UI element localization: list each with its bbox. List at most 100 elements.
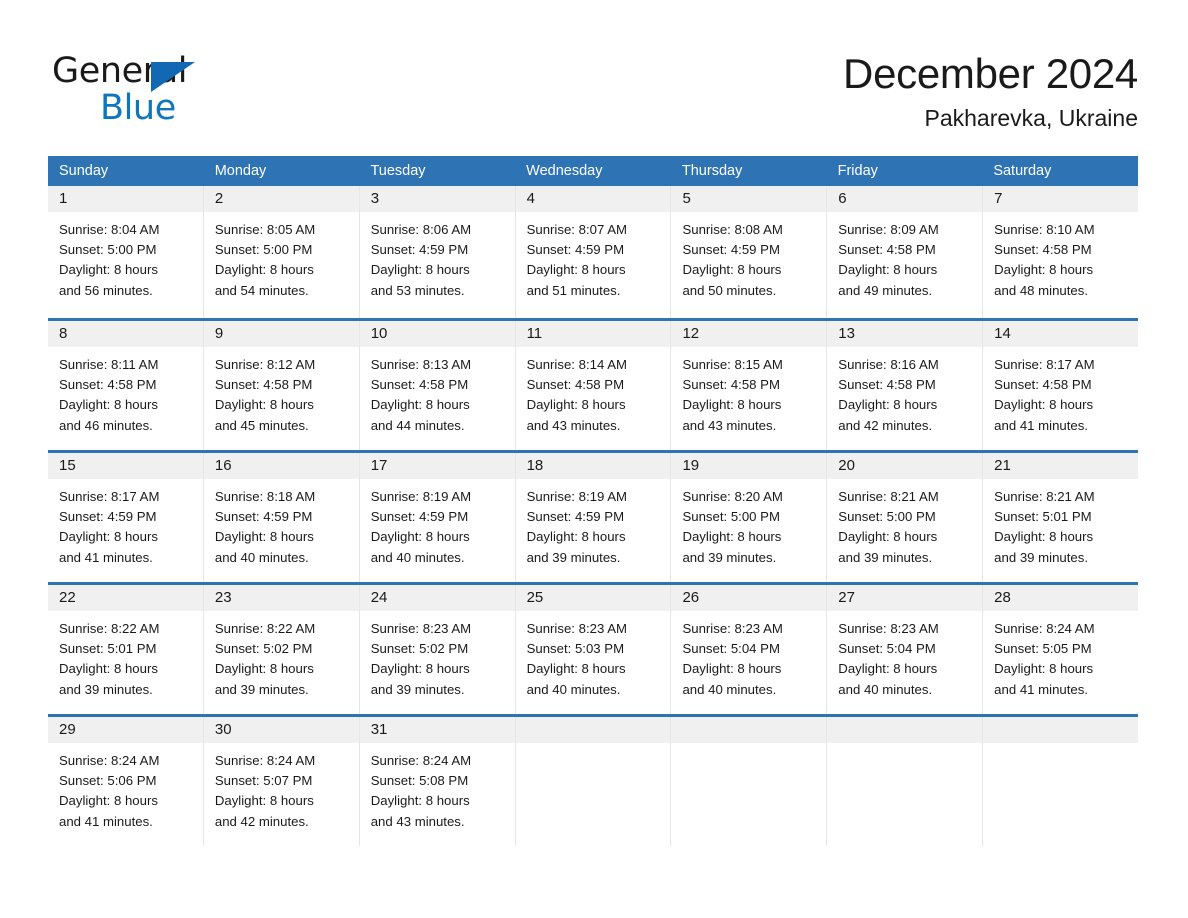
daylight-text-line1: Daylight: 8 hours: [994, 661, 1094, 677]
calendar-day-cell[interactable]: 3 Sunrise: 8:06 AM Sunset: 4:59 PM Daylight…: [359, 186, 516, 318]
day-number: 25: [515, 585, 671, 611]
weekday-header-friday: Friday: [837, 163, 878, 179]
sunset-text: Sunset: 5:00 PM: [682, 509, 780, 525]
calendar-day-cell[interactable]: 16 Sunrise: 8:18 AM Sunset: 4:59 PM Dayligh…: [203, 453, 360, 582]
calendar-day-cell[interactable]: 6 Sunrise: 8:09 AM Sunset: 4:58 PM Daylight…: [827, 186, 984, 318]
daylight-text-line1: Daylight: 8 hours: [370, 262, 470, 278]
daylight-text-line1: Daylight: 8 hours: [682, 262, 782, 278]
calendar-day-cell[interactable]: 18 Sunrise: 8:19 AM Sunset: 4:59 PM Dayligh…: [515, 453, 672, 582]
calendar-day-cell[interactable]: 21 Sunrise: 8:21 AM Sunset: 5:01 PM Dayligh…: [983, 453, 1139, 582]
general-blue-logo[interactable]: General Blue: [52, 50, 212, 126]
calendar-weeks: 1 Sunrise: 8:04 AM Sunset: 5:00 PM Daylight…: [48, 186, 1139, 846]
calendar-day-cell[interactable]: 15 Sunrise: 8:17 AM Sunset: 4:59 PM Dayligh…: [48, 453, 204, 582]
sunrise-text: Sunrise: 8:04 AM: [59, 222, 160, 237]
day-info: Sunrise: 8:21 AM Sunset: 5:01 PM Daylight:…: [983, 479, 1138, 568]
sunrise-text: Sunrise: 8:13 AM: [370, 357, 472, 372]
daylight-text-line2: and 41 minutes.: [994, 417, 1088, 433]
calendar-day-cell[interactable]: 19 Sunrise: 8:20 AM Sunset: 5:00 PM Dayligh…: [671, 453, 828, 582]
calendar-day-cell[interactable]: 17 Sunrise: 8:19 AM Sunset: 4:59 PM Dayligh…: [359, 453, 516, 582]
calendar-day-cell[interactable]: 13 Sunrise: 8:16 AM Sunset: 4:58 PM Dayligh…: [827, 321, 984, 450]
daylight-text-line1: Daylight: 8 hours: [59, 262, 158, 278]
calendar-day-cell[interactable]: 9 Sunrise: 8:12 AM Sunset: 4:58 PM Daylight…: [203, 321, 360, 450]
calendar-day-cell[interactable]: 28 Sunrise: 8:24 AM Sunset: 5:05 PM Dayligh…: [983, 585, 1139, 714]
calendar-week-row: 22 Sunrise: 8:22 AM Sunset: 5:01 PM Dayligh…: [48, 582, 1139, 714]
calendar-day-cell-empty: [827, 717, 984, 846]
sunset-text: Sunset: 4:59 PM: [370, 509, 469, 525]
day-number: 1: [48, 186, 203, 212]
calendar-day-cell[interactable]: 7 Sunrise: 8:10 AM Sunset: 4:58 PM Daylight…: [983, 186, 1139, 318]
day-number: 20: [827, 453, 983, 479]
day-info: Sunrise: 8:09 AM Sunset: 4:58 PM Daylight:…: [827, 212, 982, 301]
daylight-text-line1: Daylight: 8 hours: [994, 262, 1094, 278]
day-info: Sunrise: 8:23 AM Sunset: 5:04 PM Daylight:…: [827, 611, 982, 700]
calendar-day-cell[interactable]: 4 Sunrise: 8:07 AM Sunset: 4:59 PM Daylight…: [515, 186, 672, 318]
calendar-day-cell[interactable]: 30 Sunrise: 8:24 AM Sunset: 5:07 PM Dayligh…: [203, 717, 360, 846]
daylight-text-line1: Daylight: 8 hours: [214, 793, 314, 809]
day-number: 8: [48, 321, 203, 347]
day-info: Sunrise: 8:13 AM Sunset: 4:58 PM Daylight:…: [360, 347, 515, 436]
calendar-day-cell[interactable]: 11 Sunrise: 8:14 AM Sunset: 4:58 PM Dayligh…: [515, 321, 672, 450]
daylight-text-line2: and 48 minutes.: [994, 282, 1088, 298]
calendar-week-row: 15 Sunrise: 8:17 AM Sunset: 4:59 PM Dayligh…: [48, 450, 1139, 582]
sunrise-text: Sunrise: 8:23 AM: [370, 621, 472, 636]
day-number: 23: [203, 585, 359, 611]
day-info: Sunrise: 8:08 AM Sunset: 4:59 PM Daylight:…: [671, 212, 826, 301]
day-info: Sunrise: 8:18 AM Sunset: 4:59 PM Daylight:…: [204, 479, 359, 568]
sunset-text: Sunset: 5:04 PM: [838, 641, 936, 657]
calendar-day-cell-empty: [515, 717, 672, 846]
calendar-day-cell-empty: [671, 717, 828, 846]
calendar-day-cell[interactable]: 20 Sunrise: 8:21 AM Sunset: 5:00 PM Dayligh…: [827, 453, 984, 582]
sunset-text: Sunset: 5:00 PM: [59, 242, 157, 258]
calendar-day-cell[interactable]: 26 Sunrise: 8:23 AM Sunset: 5:04 PM Dayligh…: [671, 585, 828, 714]
day-number: 7: [983, 186, 1139, 212]
calendar-day-cell[interactable]: 1 Sunrise: 8:04 AM Sunset: 5:00 PM Daylight…: [48, 186, 204, 318]
day-number: 31: [359, 717, 515, 743]
calendar-day-cell[interactable]: 2 Sunrise: 8:05 AM Sunset: 5:00 PM Daylight…: [203, 186, 360, 318]
day-number: 3: [359, 186, 515, 212]
calendar-day-cell[interactable]: 12 Sunrise: 8:15 AM Sunset: 4:58 PM Dayligh…: [671, 321, 828, 450]
daylight-text-line1: Daylight: 8 hours: [214, 397, 314, 413]
day-info: Sunrise: 8:24 AM Sunset: 5:08 PM Daylight:…: [360, 743, 515, 832]
sunset-text: Sunset: 4:58 PM: [526, 377, 625, 393]
location-subtitle: Pakharevka, Ukraine: [924, 105, 1139, 132]
day-number: 28: [983, 585, 1139, 611]
daylight-text-line1: Daylight: 8 hours: [59, 529, 158, 545]
sunset-text: Sunset: 4:59 PM: [526, 242, 625, 258]
sunrise-text: Sunrise: 8:21 AM: [838, 489, 939, 504]
calendar-week-row: 8 Sunrise: 8:11 AM Sunset: 4:58 PM Daylight…: [48, 318, 1139, 450]
calendar-day-cell[interactable]: 10 Sunrise: 8:13 AM Sunset: 4:58 PM Dayligh…: [359, 321, 516, 450]
daylight-text-line1: Daylight: 8 hours: [526, 529, 626, 545]
calendar-day-cell[interactable]: 5 Sunrise: 8:08 AM Sunset: 4:59 PM Daylight…: [671, 186, 828, 318]
sunset-text: Sunset: 5:04 PM: [682, 641, 780, 657]
day-number: 5: [671, 186, 827, 212]
daylight-text-line2: and 41 minutes.: [59, 549, 153, 565]
day-info: Sunrise: 8:23 AM Sunset: 5:02 PM Daylight:…: [360, 611, 515, 700]
sunrise-text: Sunrise: 8:14 AM: [526, 357, 628, 372]
calendar-day-cell[interactable]: 29 Sunrise: 8:24 AM Sunset: 5:06 PM Dayligh…: [48, 717, 204, 846]
day-number: [983, 717, 1139, 743]
calendar-day-cell[interactable]: 24 Sunrise: 8:23 AM Sunset: 5:02 PM Dayligh…: [359, 585, 516, 714]
day-number: [827, 717, 983, 743]
calendar-day-cell[interactable]: 14 Sunrise: 8:17 AM Sunset: 4:58 PM Dayligh…: [983, 321, 1139, 450]
day-info: Sunrise: 8:23 AM Sunset: 5:04 PM Daylight:…: [671, 611, 826, 700]
daylight-text-line2: and 39 minutes.: [370, 681, 465, 697]
calendar-day-cell[interactable]: 25 Sunrise: 8:23 AM Sunset: 5:03 PM Dayligh…: [515, 585, 672, 714]
calendar-day-cell[interactable]: 22 Sunrise: 8:22 AM Sunset: 5:01 PM Dayligh…: [48, 585, 204, 714]
sunrise-text: Sunrise: 8:16 AM: [838, 357, 939, 372]
day-number: 24: [359, 585, 515, 611]
sunrise-text: Sunrise: 8:24 AM: [59, 753, 160, 768]
day-info: Sunrise: 8:15 AM Sunset: 4:58 PM Daylight:…: [671, 347, 826, 436]
daylight-text-line1: Daylight: 8 hours: [370, 661, 470, 677]
calendar-day-cell[interactable]: 31 Sunrise: 8:24 AM Sunset: 5:08 PM Dayligh…: [359, 717, 516, 846]
calendar-day-cell[interactable]: 27 Sunrise: 8:23 AM Sunset: 5:04 PM Dayligh…: [827, 585, 984, 714]
sunrise-text: Sunrise: 8:20 AM: [682, 489, 783, 504]
sunset-text: Sunset: 5:05 PM: [994, 641, 1092, 657]
day-number: 30: [203, 717, 359, 743]
calendar-day-cell[interactable]: 23 Sunrise: 8:22 AM Sunset: 5:02 PM Dayligh…: [203, 585, 360, 714]
sunset-text: Sunset: 4:58 PM: [994, 377, 1092, 393]
calendar-day-cell[interactable]: 8 Sunrise: 8:11 AM Sunset: 4:58 PM Daylight…: [48, 321, 204, 450]
day-info: Sunrise: 8:17 AM Sunset: 4:59 PM Daylight:…: [48, 479, 203, 568]
daylight-text-line1: Daylight: 8 hours: [682, 661, 782, 677]
daylight-text-line2: and 44 minutes.: [370, 417, 465, 433]
sunrise-text: Sunrise: 8:17 AM: [994, 357, 1095, 372]
